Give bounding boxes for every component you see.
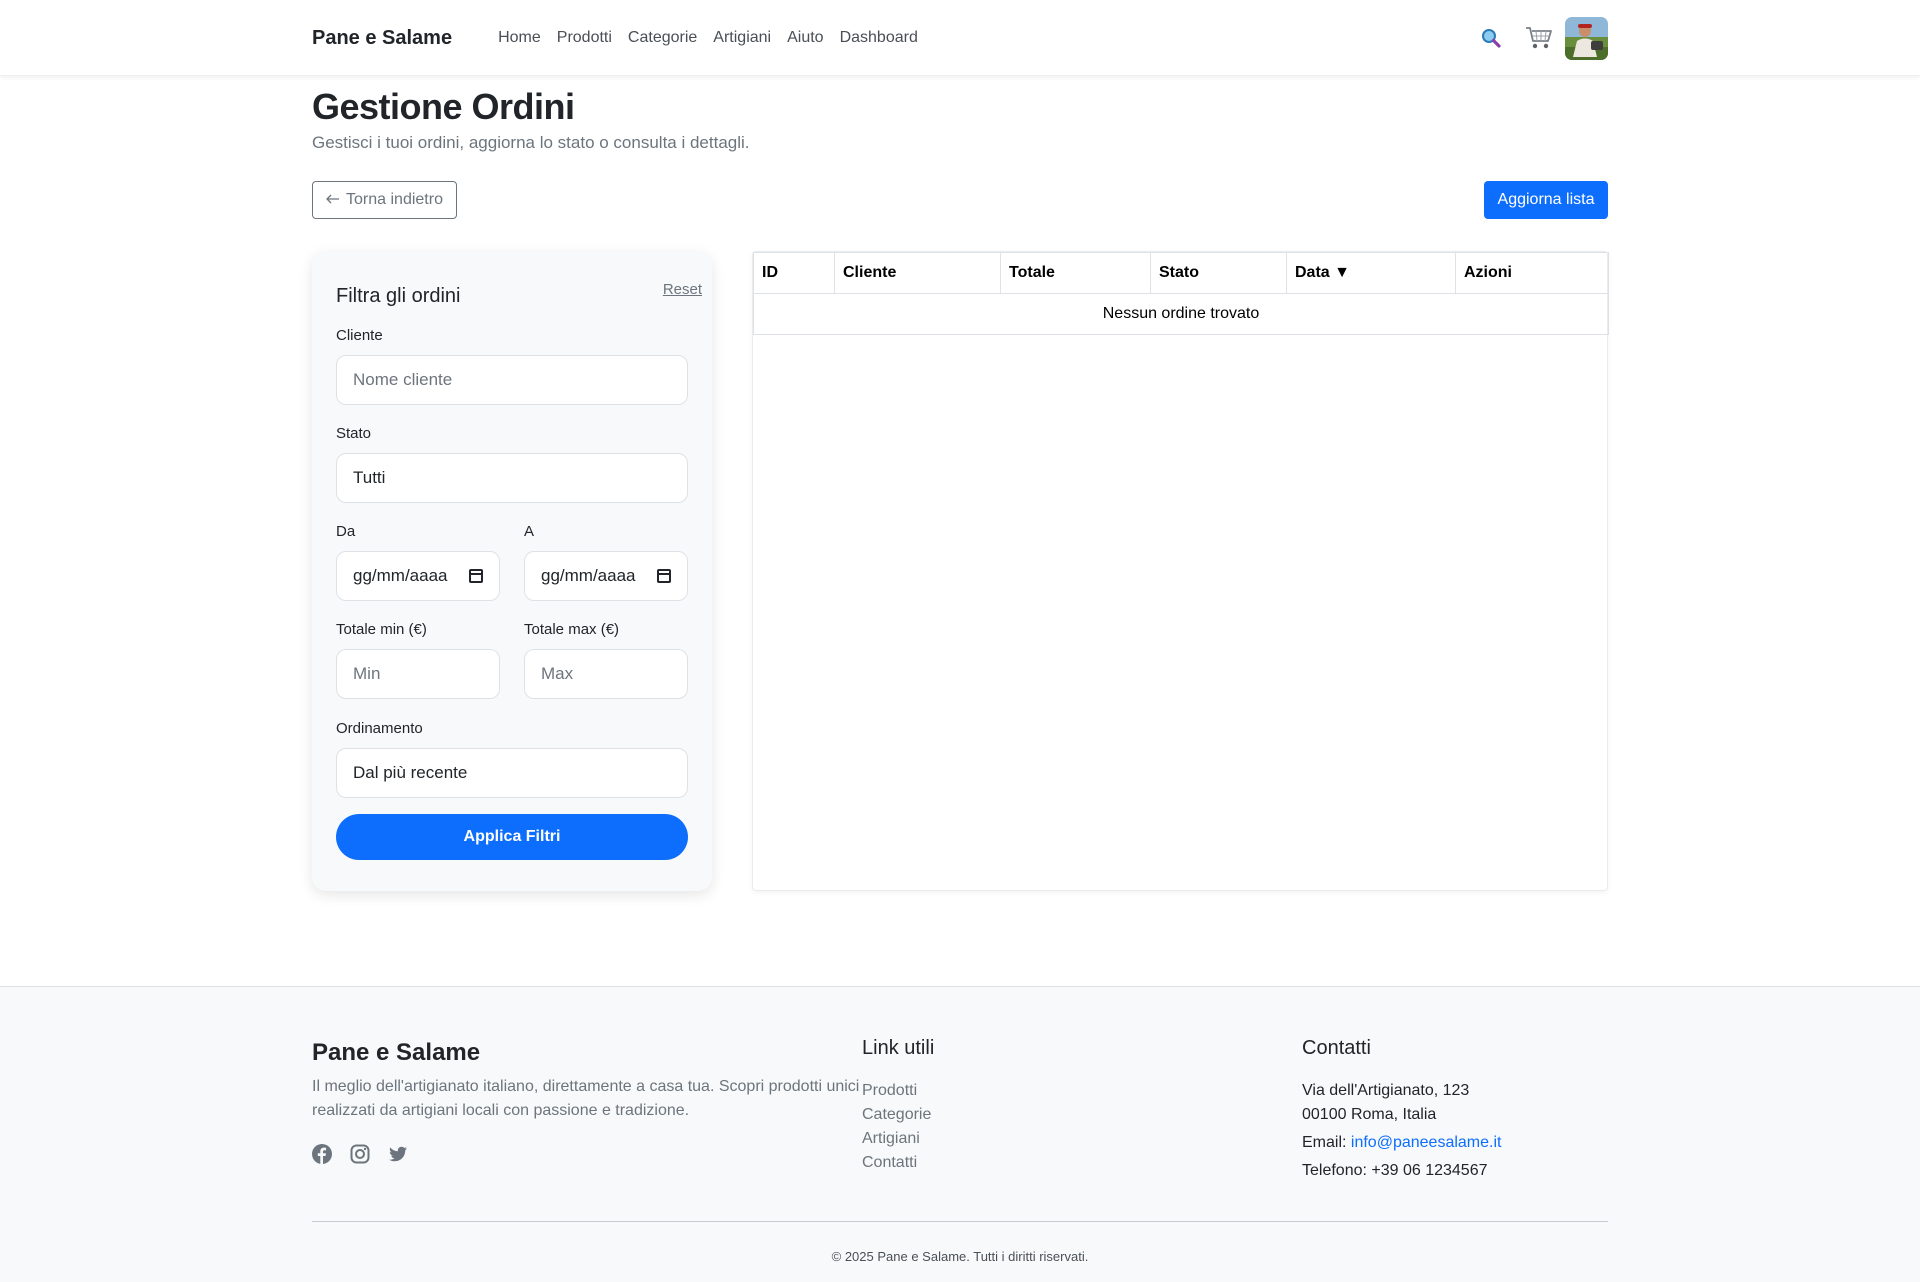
table-row: Nessun ordine trovato (753, 293, 1609, 335)
phone-text: Telefono: +39 06 1234567 (1302, 1162, 1488, 1179)
footer-link-contatti[interactable]: Contatti (862, 1151, 931, 1175)
main-content: Gestione Ordini Gestisci i tuoi ordini, … (312, 0, 1609, 986)
stato-select[interactable]: Tutti (336, 453, 688, 503)
footer-description: Il meglio dell'artigianato italiano, dir… (312, 1078, 860, 1119)
table-header-row: ID Cliente Totale Stato Data ▼ Azioni (753, 252, 1609, 294)
arrow-left-icon (326, 191, 340, 209)
col-header-azioni: Azioni (1455, 252, 1609, 294)
footer-links: Prodotti Categorie Artigiani Contatti (862, 1079, 931, 1175)
ordinamento-select[interactable]: Dal più recente (336, 748, 688, 798)
back-button-label: Torna indietro (346, 191, 443, 208)
ordinamento-select-value: Dal più recente (353, 763, 468, 782)
address-line-2: 00100 Roma, Italia (1302, 1106, 1437, 1123)
calendar-icon[interactable] (469, 569, 483, 583)
total-max-label: Totale max (€) (524, 621, 620, 638)
col-header-data[interactable]: Data ▼ (1286, 252, 1456, 294)
col-header-cliente[interactable]: Cliente (834, 252, 1001, 294)
email-label: Email: (1302, 1134, 1347, 1151)
back-button[interactable]: Torna indietro (312, 181, 457, 219)
filter-card: Filtra gli ordini Reset Cliente Nome cli… (312, 251, 712, 891)
email-row: Email: info@paneesalame.it (1302, 1131, 1501, 1155)
a-label: A (524, 523, 535, 540)
orders-table-card: ID Cliente Totale Stato Data ▼ Azioni Ne… (752, 251, 1609, 891)
stato-label: Stato (336, 425, 372, 442)
total-min-placeholder: Min (353, 664, 381, 683)
cliente-input[interactable]: Nome cliente (336, 355, 688, 405)
page-title: Gestione Ordini (312, 86, 575, 127)
footer-links-title: Link utili (862, 1037, 935, 1059)
address-line-1: Via dell'Artigianato, 123 (1302, 1082, 1470, 1099)
email-link[interactable]: info@paneesalame.it (1351, 1134, 1502, 1151)
reset-link[interactable]: Reset (663, 281, 702, 298)
col-header-stato[interactable]: Stato (1150, 252, 1287, 294)
footer-link-categorie[interactable]: Categorie (862, 1103, 931, 1127)
facebook-icon[interactable] (312, 1144, 332, 1164)
date-from-placeholder: gg/mm/aaaa (353, 566, 448, 585)
stato-select-value: Tutti (353, 468, 386, 487)
instagram-icon[interactable] (350, 1144, 370, 1164)
twitter-icon[interactable] (388, 1144, 408, 1164)
footer-link-prodotti[interactable]: Prodotti (862, 1079, 931, 1103)
ordinamento-label: Ordinamento (336, 720, 423, 737)
total-max-placeholder: Max (541, 664, 574, 683)
total-min-label: Totale min (€) (336, 621, 427, 638)
footer: Pane e Salame Il meglio dell'artigianato… (0, 986, 1920, 1282)
empty-table-message: Nessun ordine trovato (753, 293, 1609, 335)
cliente-label: Cliente (336, 327, 383, 344)
footer-contacts: Via dell'Artigianato, 123 00100 Roma, It… (1302, 1079, 1501, 1183)
filter-title: Filtra gli ordini (336, 285, 461, 307)
date-to-placeholder: gg/mm/aaaa (541, 566, 636, 585)
date-from-input[interactable]: gg/mm/aaaa (336, 551, 500, 601)
cliente-input-placeholder: Nome cliente (353, 370, 453, 389)
page-subtitle: Gestisci i tuoi ordini, aggiorna lo stat… (312, 133, 750, 152)
footer-contacts-title: Contatti (1302, 1037, 1371, 1059)
total-max-input[interactable]: Max (524, 649, 688, 699)
apply-filters-button[interactable]: Applica Filtri (336, 814, 688, 860)
footer-divider (312, 1221, 1608, 1222)
footer-link-artigiani[interactable]: Artigiani (862, 1127, 931, 1151)
date-to-input[interactable]: gg/mm/aaaa (524, 551, 688, 601)
total-min-input[interactable]: Min (336, 649, 500, 699)
copyright: © 2025 Pane e Salame. Tutti i diritti ri… (831, 1249, 1089, 1264)
col-header-id[interactable]: ID (753, 252, 835, 294)
col-header-totale[interactable]: Totale (1000, 252, 1151, 294)
orders-table: ID Cliente Totale Stato Data ▼ Azioni Ne… (753, 252, 1609, 335)
refresh-list-button[interactable]: Aggiorna lista (1484, 181, 1608, 219)
calendar-icon[interactable] (657, 569, 671, 583)
da-label: Da (336, 523, 356, 540)
social-links (312, 1144, 408, 1164)
footer-brand: Pane e Salame (312, 1039, 481, 1066)
